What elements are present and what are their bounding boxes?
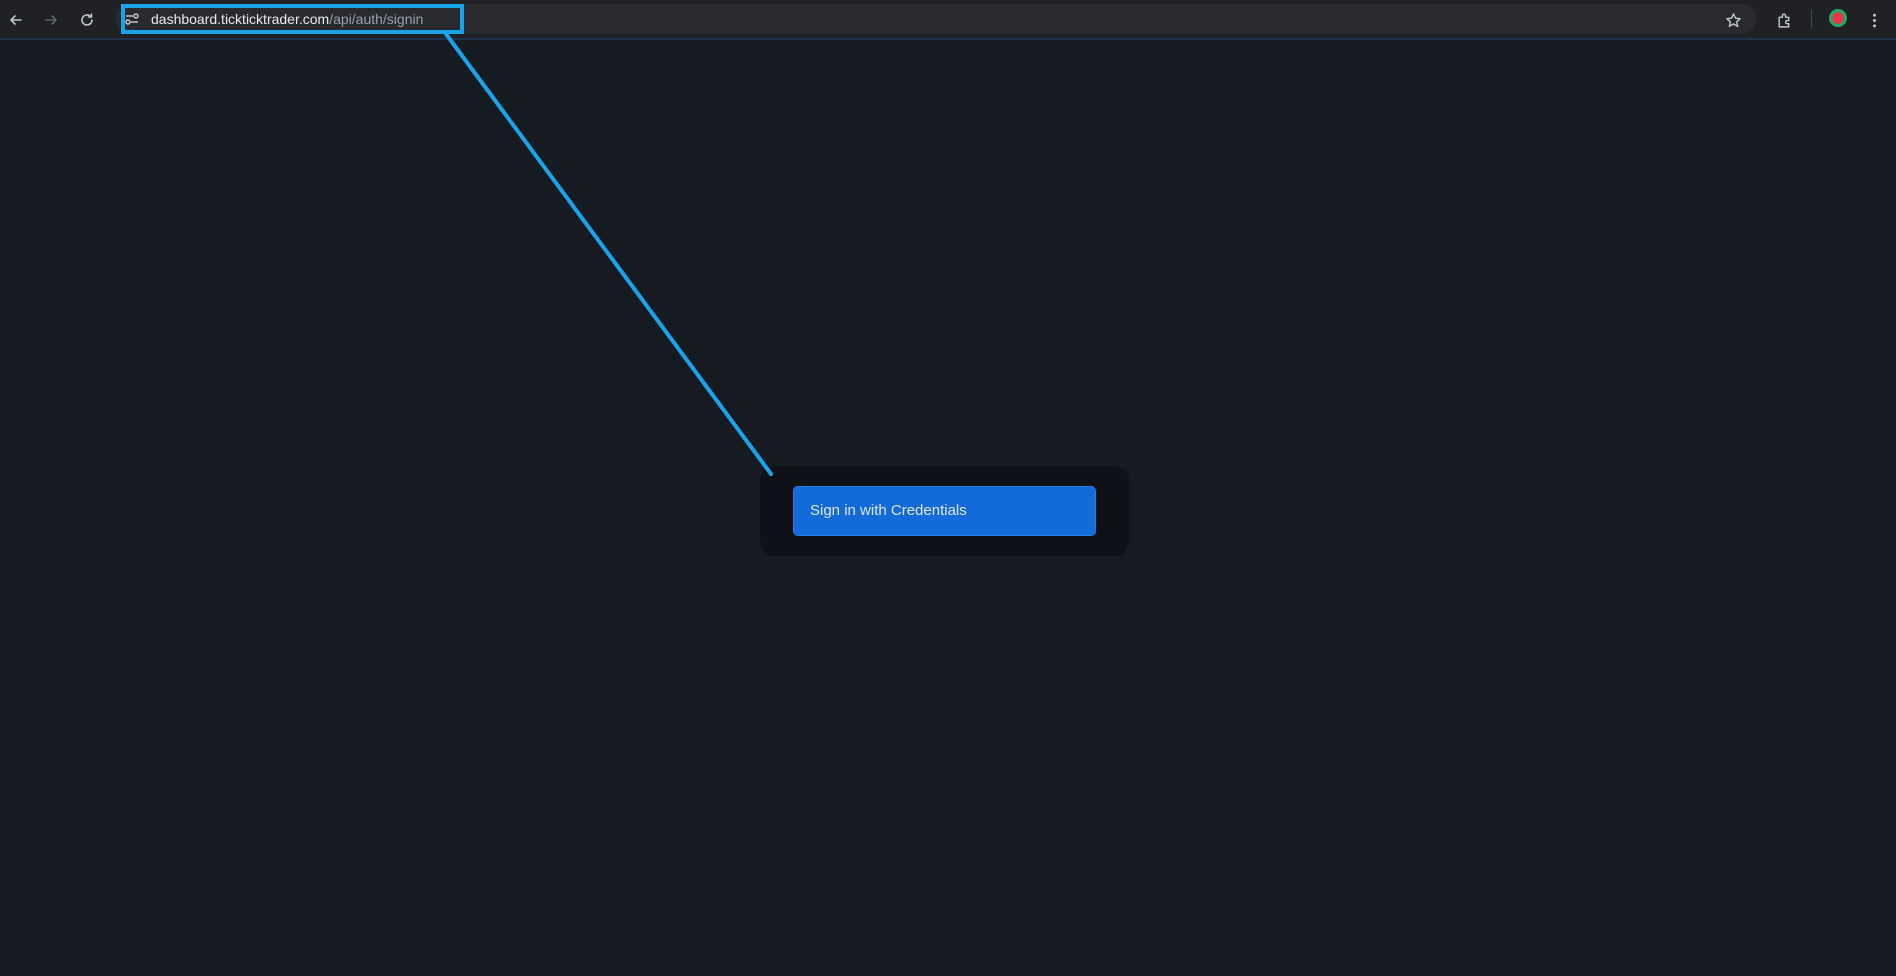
signin-credentials-button[interactable]: Sign in with Credentials [793,486,1096,536]
star-icon[interactable] [1721,8,1745,32]
profile-avatar-inner [1832,12,1844,24]
profile-avatar[interactable] [1829,9,1847,27]
back-arrow-icon[interactable] [4,8,28,32]
reload-icon[interactable] [75,8,99,32]
kebab-menu-icon[interactable] [1862,8,1886,32]
forward-arrow-icon[interactable] [39,8,63,32]
puzzle-icon[interactable] [1772,8,1796,32]
toolbar-separator [1811,10,1812,28]
url-highlight-annotation [121,4,464,34]
